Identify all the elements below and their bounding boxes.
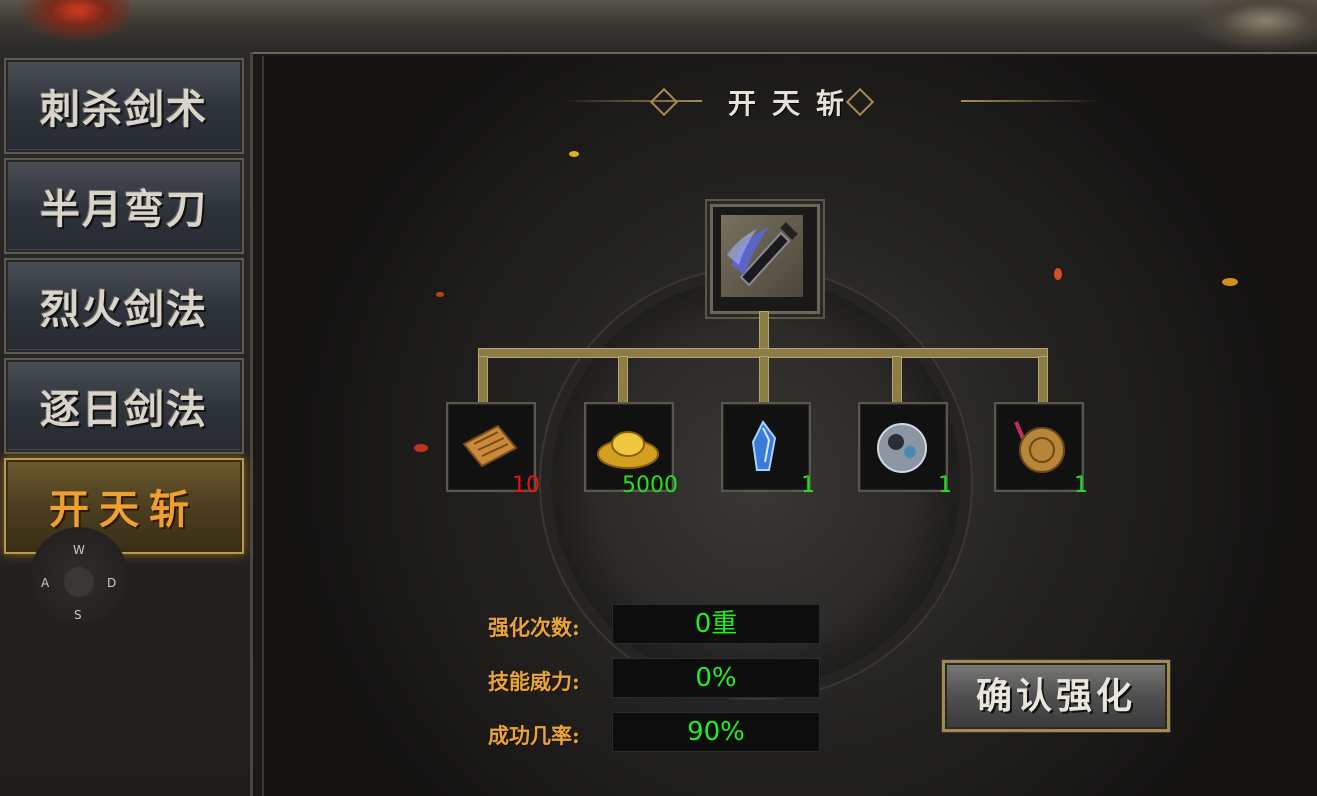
material-slot-blue-crystal[interactable]: 1 [721,402,815,498]
stat-value: 90% [612,712,820,752]
ember [414,444,428,452]
material-count: 10 [512,473,540,498]
dragon-ornament-right [1187,0,1317,52]
connector-drop-2 [618,356,628,406]
stat-label: 强化次数: [488,615,580,640]
silver-orb-icon [870,414,934,478]
joystick-knob[interactable] [64,567,94,597]
tab-kaitianzhan[interactable]: 开天斩 [4,458,244,554]
tab-banyue-wandao[interactable]: 半月弯刀 [4,158,244,254]
top-border [0,0,1317,54]
material-slot-gold-ingot[interactable]: 5000 [584,402,678,498]
material-count: 1 [801,473,815,498]
tab-cisha-jianshu[interactable]: 刺杀剑术 [4,58,244,154]
connector-drop-5 [1038,356,1048,406]
key-a-label: A [41,576,50,590]
skill-upgrade-panel: 开天斩 10 5000 1 1 1 强化次数: 0重 技能威力: 0% 成功几率… [262,56,1317,796]
kaitianzhan-skill-icon [721,215,803,297]
tab-zhuri-jianfa[interactable]: 逐日剑法 [4,358,244,454]
blue-crystal-icon [733,414,797,478]
key-d-label: D [107,576,117,590]
movement-joystick[interactable]: W A D S [30,527,128,625]
dragon-ornament-left [0,0,130,52]
material-count: 1 [1074,473,1088,498]
stat-label: 成功几率: [488,723,580,748]
stat-value: 0% [612,658,820,698]
skill-icon-frame[interactable] [710,204,820,314]
stat-label: 技能威力: [488,669,580,694]
ember [436,292,444,297]
bronze-medallion-icon [1006,414,1070,478]
connector-drop-3 [759,356,769,406]
connector-drop-1 [478,356,488,406]
tab-liehuo-jianfa[interactable]: 烈火剑法 [4,258,244,354]
gold-ingot-icon [596,414,660,478]
confirm-enhance-button[interactable]: 确认强化 [942,660,1170,732]
title-ornament-left [649,87,679,117]
material-slot-silver-orb[interactable]: 1 [858,402,952,498]
material-slot-scroll[interactable]: 10 [446,402,540,498]
skill-sidebar: 刺杀剑术 半月弯刀 烈火剑法 逐日剑法 开天斩 [0,52,253,796]
ember [569,151,579,157]
ember [1222,278,1238,286]
material-slot-bronze-medallion[interactable]: 1 [994,402,1088,498]
stat-value: 0重 [612,604,820,644]
key-s-label: S [74,608,82,622]
title-line-right [961,100,1101,102]
ember [1054,268,1062,280]
key-w-label: W [73,543,85,557]
title-line-left [562,100,702,102]
scroll-icon [458,414,522,478]
connector-stem [759,311,769,353]
connector-drop-4 [892,356,902,406]
material-count: 1 [938,473,952,498]
material-count: 5000 [622,473,678,498]
